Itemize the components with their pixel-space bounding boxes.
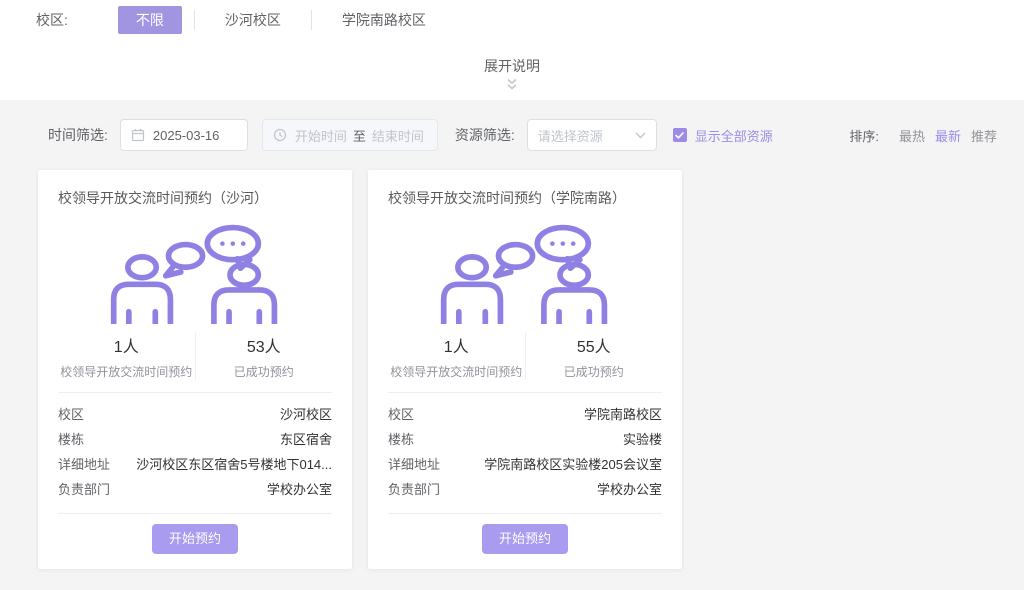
resource-card-shahe: 校领导开放交流时间预约（沙河） (38, 170, 352, 569)
resource-card-xueyuannanlu: 校领导开放交流时间预约（学院南路） (368, 170, 682, 569)
stat-label: 已成功预约 (196, 363, 333, 380)
divider (311, 10, 312, 30)
time-range-input[interactable]: 开始时间 至 结束时间 (262, 119, 438, 151)
stat-capacity: 1人 校领导开放交流时间预约 (58, 333, 196, 380)
time-range-separator: 至 (353, 126, 366, 145)
content-area: 时间筛选: 2025-03-16 开始时间 至 结束时间 资源筛选: 请选择资源 (0, 100, 1024, 590)
checkbox-checked-icon[interactable] (673, 128, 687, 142)
end-time-placeholder: 结束时间 (372, 126, 424, 145)
campus-tab-xueyuannanlu[interactable]: 学院南路校区 (324, 6, 444, 34)
card-action-area: 开始预约 (58, 514, 332, 569)
card-details: 校区 学院南路校区 楼栋 实验楼 详细地址 学院南路校区实验楼205会议室 负责… (388, 393, 662, 514)
sort-control: 排序: 最热 最新 推荐 (849, 126, 997, 145)
stat-value: 53人 (196, 333, 333, 357)
card-title: 校领导开放交流时间预约（沙河） (58, 170, 332, 208)
campus-tab-shahe[interactable]: 沙河校区 (207, 6, 299, 34)
start-reservation-button[interactable]: 开始预约 (152, 524, 238, 554)
stat-value: 55人 (526, 333, 663, 357)
stat-label: 校领导开放交流时间预约 (388, 363, 525, 380)
start-time-placeholder: 开始时间 (295, 126, 347, 145)
stat-capacity: 1人 校领导开放交流时间预约 (388, 333, 526, 380)
campus-filter-bar: 校区: 不限 沙河校区 学院南路校区 (0, 0, 1024, 34)
resource-select[interactable]: 请选择资源 (527, 119, 657, 151)
chevron-down-icon (635, 132, 646, 139)
stat-label: 校领导开放交流时间预约 (58, 363, 195, 380)
start-reservation-button[interactable]: 开始预约 (482, 524, 568, 554)
resource-select-placeholder: 请选择资源 (538, 126, 603, 145)
divider (194, 10, 195, 30)
sort-option-newest[interactable]: 最新 (935, 126, 961, 145)
calendar-icon (131, 128, 145, 142)
sort-label: 排序: (849, 126, 879, 145)
filter-row: 时间筛选: 2025-03-16 开始时间 至 结束时间 资源筛选: 请选择资源 (0, 100, 1024, 151)
campus-filter-label: 校区: (36, 10, 68, 30)
show-all-resources-checkbox[interactable]: 显示全部资源 (673, 126, 773, 145)
stat-booked: 55人 已成功预约 (526, 333, 663, 380)
detail-row-building: 楼栋 东区宿舍 (58, 427, 332, 452)
people-conversation-icon (388, 220, 662, 324)
detail-row-address: 详细地址 沙河校区东区宿舍5号楼地下014... (58, 452, 332, 477)
date-input[interactable]: 2025-03-16 (120, 119, 248, 151)
time-filter-label: 时间筛选: (48, 125, 108, 145)
card-stats: 1人 校领导开放交流时间预约 53人 已成功预约 (58, 333, 332, 393)
show-all-resources-label[interactable]: 显示全部资源 (695, 126, 773, 145)
card-stats: 1人 校领导开放交流时间预约 55人 已成功预约 (388, 333, 662, 393)
expand-description: 展开说明 (0, 56, 1024, 91)
people-conversation-icon (58, 220, 332, 324)
expand-description-label[interactable]: 展开说明 (484, 58, 540, 74)
clock-icon (273, 128, 287, 142)
detail-row-department: 负责部门 学校办公室 (58, 477, 332, 502)
stat-value: 1人 (58, 333, 195, 357)
date-value: 2025-03-16 (153, 128, 220, 143)
resource-card-list: 校领导开放交流时间预约（沙河） (38, 170, 1024, 569)
campus-tab-unlimited[interactable]: 不限 (118, 6, 182, 34)
stat-value: 1人 (388, 333, 525, 357)
sort-option-recommended[interactable]: 推荐 (971, 126, 997, 145)
detail-row-department: 负责部门 学校办公室 (388, 477, 662, 502)
campus-tabs: 不限 沙河校区 学院南路校区 (118, 6, 444, 34)
detail-row-campus: 校区 学院南路校区 (388, 402, 662, 427)
detail-row-campus: 校区 沙河校区 (58, 402, 332, 427)
stat-booked: 53人 已成功预约 (196, 333, 333, 380)
card-action-area: 开始预约 (388, 514, 662, 569)
resource-filter-label: 资源筛选: (455, 125, 515, 145)
detail-row-address: 详细地址 学院南路校区实验楼205会议室 (388, 452, 662, 477)
detail-row-building: 楼栋 实验楼 (388, 427, 662, 452)
card-details: 校区 沙河校区 楼栋 东区宿舍 详细地址 沙河校区东区宿舍5号楼地下014...… (58, 393, 332, 514)
stat-label: 已成功预约 (526, 363, 663, 380)
double-chevron-down-icon[interactable] (505, 78, 519, 91)
sort-option-hottest[interactable]: 最热 (899, 126, 925, 145)
card-title: 校领导开放交流时间预约（学院南路） (388, 170, 662, 208)
